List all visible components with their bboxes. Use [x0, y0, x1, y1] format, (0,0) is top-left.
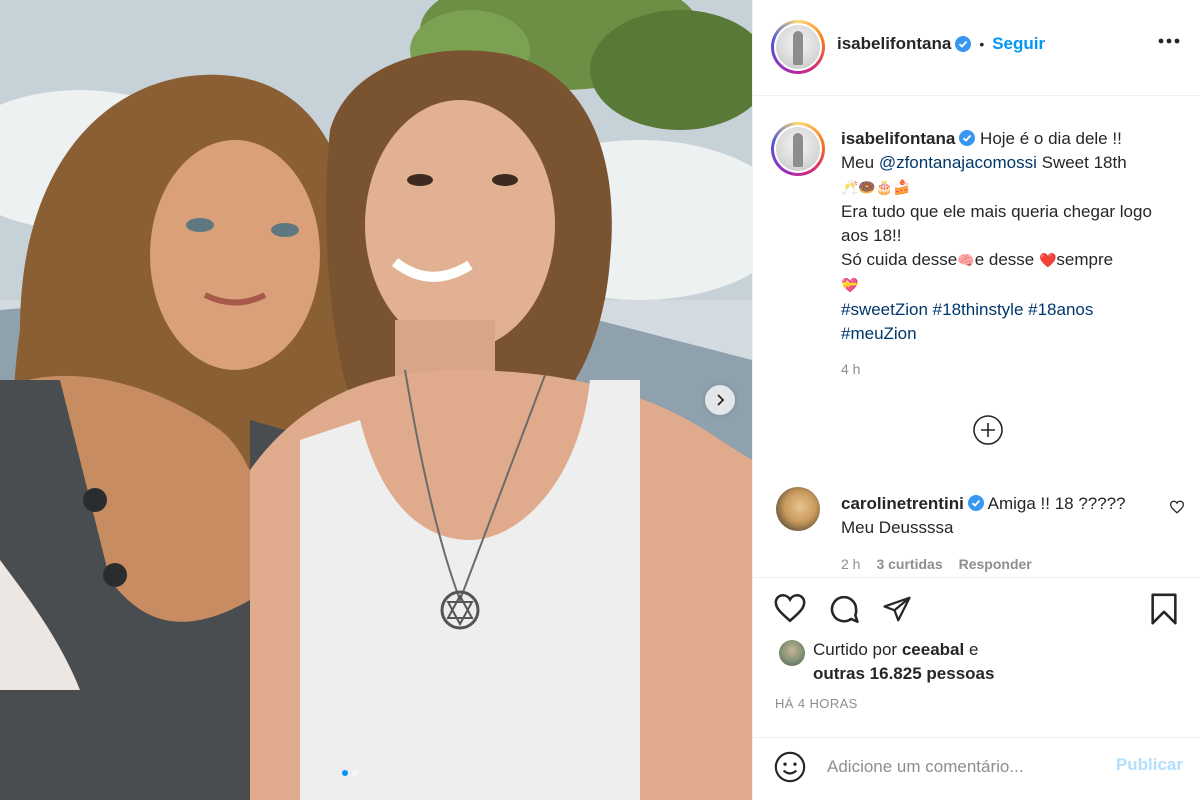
caption-mention-link[interactable]: @zfontanajacomossi	[879, 153, 1037, 172]
post-photo[interactable]	[0, 0, 752, 800]
add-comment-bar: Publicar	[753, 737, 1200, 800]
comment-text-block: carolinetrentini Amiga !! 18 ????? Meu D…	[841, 492, 1141, 540]
caption-line-1: Hoje é o dia dele !!	[980, 129, 1122, 148]
verified-badge-icon	[955, 36, 972, 52]
hashtag-link[interactable]: #sweetZion	[841, 300, 928, 319]
save-bookmark-icon[interactable]	[1149, 592, 1179, 626]
caption-line-4-a: Só cuida desse	[841, 250, 958, 269]
hashtag-link[interactable]: #18anos	[1028, 300, 1093, 319]
caption-timestamp[interactable]: 4 h	[841, 361, 860, 377]
reply-button[interactable]: Responder	[959, 556, 1032, 572]
caption-emojis: 🥂🍩🎂🍰	[841, 180, 911, 196]
heart-icon[interactable]	[773, 592, 807, 624]
post-timestamp[interactable]: HÁ 4 HORAS	[775, 696, 858, 711]
post-side-panel: isabelifontana • Seguir isabelifontana H…	[752, 0, 1200, 800]
comment-likes[interactable]: 3 curtidas	[876, 556, 942, 572]
liked-by-prefix: Curtido por	[813, 640, 898, 659]
comment-icon[interactable]	[827, 592, 861, 626]
post-caption: isabelifontana Hoje é o dia dele !! Meu …	[841, 127, 1181, 346]
separator: •	[979, 36, 985, 52]
liked-by-avatar[interactable]	[779, 640, 805, 666]
liked-by-others-link[interactable]: outras 16.825 pessoas	[813, 664, 994, 683]
caption-author-avatar[interactable]	[771, 122, 825, 176]
gift-heart-emoji: 💝	[841, 278, 859, 294]
liked-by-user-link[interactable]: ceeabal	[902, 640, 964, 659]
caption-line-4-b: e desse	[974, 250, 1035, 269]
author-avatar[interactable]	[771, 20, 825, 74]
share-icon[interactable]	[881, 594, 913, 624]
liked-by-conj: e	[968, 640, 979, 659]
hashtag-link[interactable]: #18thinstyle	[933, 300, 1024, 319]
caption-line-2-prefix: Meu	[841, 153, 875, 172]
comment-input[interactable]	[827, 752, 1097, 782]
caption-line-2-suffix: Sweet 18th	[1041, 153, 1127, 172]
caption-author-username[interactable]: isabelifontana	[841, 129, 955, 148]
commenter-username[interactable]: carolinetrentini	[841, 494, 964, 513]
hashtag-link[interactable]: #meuZion	[841, 324, 917, 343]
publish-button[interactable]: Publicar	[1116, 755, 1183, 775]
carousel-dot-active	[342, 770, 348, 776]
next-arrow-icon	[717, 394, 725, 406]
next-slide-button[interactable]	[705, 385, 735, 415]
commenter-avatar[interactable]	[776, 487, 820, 531]
comment-like-heart-icon[interactable]	[1169, 500, 1185, 514]
carousel-dots	[342, 770, 358, 776]
brain-emoji: 🧠	[957, 253, 975, 269]
photo-illustration	[0, 0, 752, 800]
comment-time[interactable]: 2 h	[841, 556, 860, 572]
post-header: isabelifontana • Seguir	[753, 0, 1200, 96]
liked-by-text: Curtido por ceeabal e outras 16.825 pess…	[813, 638, 1113, 686]
smiley-icon[interactable]	[773, 750, 807, 784]
author-username[interactable]: isabelifontana	[837, 34, 951, 54]
verified-badge-icon	[959, 130, 976, 146]
more-options-icon[interactable]	[1158, 38, 1180, 44]
author-row: isabelifontana • Seguir	[837, 34, 1045, 54]
comment-meta: 2 h 3 curtidas Responder	[841, 556, 1032, 572]
heart-emoji: ❤️	[1038, 253, 1057, 269]
post-actions: Curtido por ceeabal e outras 16.825 pess…	[753, 577, 1200, 737]
caption-line-4-c: sempre	[1056, 250, 1114, 269]
caption-line-3: Era tudo que ele mais queria chegar logo…	[841, 202, 1152, 245]
verified-badge-icon	[967, 495, 984, 511]
follow-button[interactable]: Seguir	[992, 34, 1045, 54]
carousel-dot	[352, 770, 358, 776]
load-more-plus-icon[interactable]	[972, 414, 1004, 446]
